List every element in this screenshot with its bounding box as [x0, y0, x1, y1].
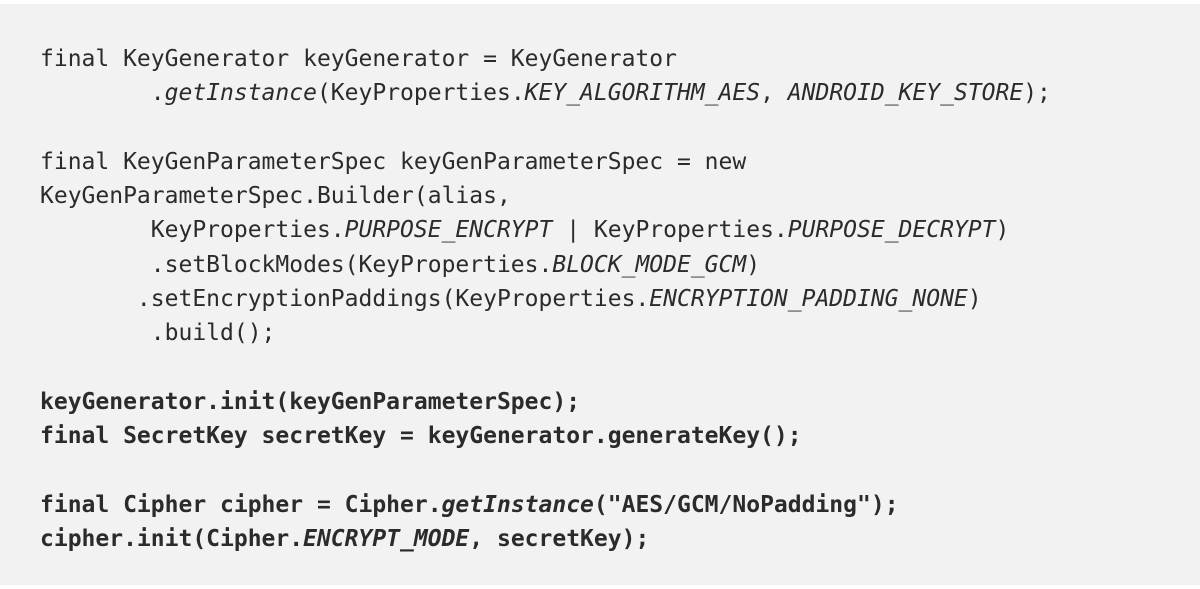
code-token: )	[746, 251, 761, 278]
code-token: PURPOSE_DECRYPT	[787, 217, 996, 244]
code-token: keyGenerator.init(keyGenParameterSpec);	[40, 388, 581, 415]
code-block: final KeyGenerator keyGenerator = KeyGen…	[0, 4, 1200, 585]
code-line: cipher.init(Cipher.ENCRYPT_MODE, secretK…	[40, 522, 1200, 556]
code-token: final KeyGenParameterSpec keyGenParamete…	[40, 148, 747, 175]
code-line: .setEncryptionPaddings(KeyProperties.ENC…	[40, 282, 1200, 316]
code-token: getInstance	[441, 491, 594, 518]
code-line: KeyGenParameterSpec.Builder(alias,	[40, 179, 1200, 213]
code-token: PURPOSE_ENCRYPT	[344, 217, 553, 244]
code-token: final Cipher cipher = Cipher.	[40, 491, 442, 518]
code-token: , secretKey);	[469, 526, 650, 553]
code-token: ENCRYPTION_PADDING_NONE	[649, 286, 968, 313]
code-token: .setBlockModes(KeyProperties.	[40, 251, 553, 278]
code-token: KeyGenParameterSpec.Builder(alias,	[40, 183, 511, 210]
code-line: .build();	[40, 316, 1200, 350]
code-token: ,	[760, 80, 788, 107]
code-token: BLOCK_MODE_GCM	[552, 251, 747, 278]
code-token: ENCRYPT_MODE	[303, 526, 470, 553]
code-line: final SecretKey secretKey = keyGenerator…	[40, 419, 1200, 453]
code-line: keyGenerator.init(keyGenParameterSpec);	[40, 385, 1200, 419]
code-token: .	[40, 80, 165, 107]
code-token: | KeyProperties.	[552, 217, 788, 244]
code-token: ANDROID_KEY_STORE	[787, 80, 1024, 107]
code-token: )	[967, 286, 982, 313]
code-token: .setEncryptionPaddings(KeyProperties.	[40, 286, 650, 313]
code-token: getInstance	[164, 80, 317, 107]
code-token: ("AES/GCM/NoPadding");	[593, 491, 899, 518]
code-token: );	[1023, 80, 1051, 107]
code-line: .getInstance(KeyProperties.KEY_ALGORITHM…	[40, 76, 1200, 110]
code-line: final KeyGenParameterSpec keyGenParamete…	[40, 145, 1200, 179]
code-token: KEY_ALGORITHM_AES	[524, 80, 761, 107]
code-line: final KeyGenerator keyGenerator = KeyGen…	[40, 42, 1200, 76]
code-token: )	[995, 217, 1010, 244]
code-line: final Cipher cipher = Cipher.getInstance…	[40, 488, 1200, 522]
code-line: .setBlockModes(KeyProperties.BLOCK_MODE_…	[40, 248, 1200, 282]
code-line: KeyProperties.PURPOSE_ENCRYPT | KeyPrope…	[40, 213, 1200, 247]
code-token: (KeyProperties.	[316, 80, 525, 107]
code-token: final KeyGenerator keyGenerator = KeyGen…	[40, 46, 677, 72]
code-token: cipher.init(Cipher.	[40, 526, 304, 553]
code-content: final KeyGenerator keyGenerator = KeyGen…	[40, 42, 1200, 556]
code-token: KeyProperties.	[40, 217, 345, 244]
code-token: .build();	[40, 320, 276, 347]
code-token: final SecretKey secretKey = keyGenerator…	[40, 423, 802, 450]
